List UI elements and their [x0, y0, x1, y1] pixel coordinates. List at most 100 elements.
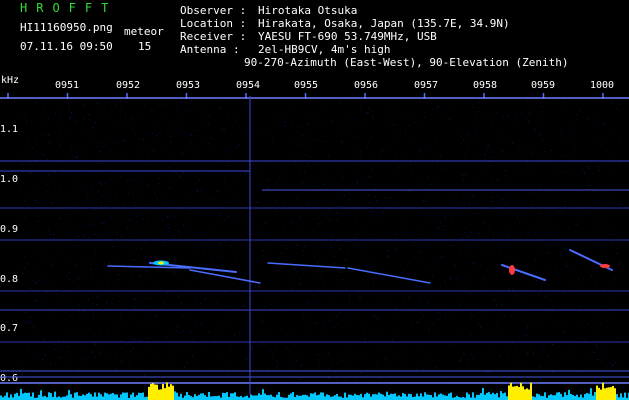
- noise-pixel: [450, 279, 452, 280]
- level-bar: [366, 392, 368, 400]
- level-bar: [254, 395, 256, 400]
- noise-pixel: [398, 106, 400, 107]
- noise-pixel: [244, 243, 246, 245]
- noise-pixel: [426, 360, 428, 362]
- noise-pixel: [164, 302, 165, 304]
- noise-pixel: [115, 269, 117, 271]
- noise-pixel: [528, 121, 530, 123]
- noise-pixel: [563, 324, 565, 326]
- noise-pixel: [49, 142, 50, 144]
- noise-pixel: [396, 135, 397, 137]
- level-bar: [94, 392, 96, 400]
- noise-pixel: [67, 346, 69, 348]
- noise-pixel: [380, 377, 382, 379]
- signal-level-bar: [0, 382, 629, 400]
- noise-pixel: [174, 215, 176, 217]
- spectrogram-plot: [0, 93, 629, 400]
- noise-pixel: [610, 242, 612, 244]
- noise-pixel: [367, 279, 369, 281]
- noise-pixel: [601, 359, 602, 361]
- noise-pixel: [213, 297, 215, 299]
- noise-pixel: [455, 184, 457, 186]
- noise-pixel: [231, 320, 232, 322]
- noise-pixel: [230, 201, 232, 203]
- noise-pixel: [387, 250, 389, 252]
- noise-pixel: [559, 243, 561, 245]
- level-bar: [82, 394, 84, 400]
- noise-pixel: [543, 348, 545, 350]
- noise-pixel: [143, 374, 145, 376]
- noise-pixel: [452, 346, 454, 348]
- level-bar: [380, 393, 382, 400]
- noise-pixel: [150, 298, 152, 300]
- noise-pixel: [203, 299, 205, 301]
- noise-pixel: [449, 104, 451, 106]
- noise-pixel: [154, 313, 156, 315]
- level-bar: [200, 393, 202, 400]
- level-bar: [298, 395, 300, 400]
- noise-pixel: [560, 322, 562, 324]
- noise-pixel: [298, 170, 300, 172]
- noise-pixel: [135, 205, 137, 206]
- noise-pixel: [464, 355, 466, 357]
- level-bar: [466, 392, 468, 400]
- level-bar: [70, 394, 72, 400]
- noise-pixel: [153, 209, 155, 211]
- level-bar: [232, 393, 234, 400]
- noise-pixel: [403, 269, 405, 271]
- level-bar: [126, 392, 128, 400]
- noise-pixel: [437, 162, 438, 164]
- noise-pixel: [300, 266, 302, 268]
- noise-pixel: [375, 335, 377, 337]
- noise-pixel: [29, 321, 31, 323]
- noise-pixel: [432, 322, 434, 324]
- noise-pixel: [337, 220, 339, 222]
- level-bar: [602, 382, 604, 400]
- noise-pixel: [467, 134, 469, 136]
- noise-pixel: [56, 289, 58, 291]
- level-bar: [612, 386, 614, 400]
- level-bar: [114, 394, 116, 400]
- noise-pixel: [521, 378, 523, 380]
- noise-pixel: [322, 201, 324, 203]
- noise-pixel: [242, 132, 243, 134]
- noise-pixel: [562, 130, 564, 132]
- noise-pixel: [348, 250, 350, 252]
- noise-pixel: [59, 144, 61, 146]
- noise-pixel: [349, 300, 351, 302]
- noise-pixel: [371, 136, 373, 138]
- noise-pixel: [528, 113, 530, 114]
- noise-pixel: [502, 299, 503, 301]
- noise-pixel: [332, 300, 334, 302]
- level-bar: [516, 385, 518, 400]
- noise-pixel: [441, 157, 443, 159]
- noise-pixel: [204, 298, 206, 299]
- noise-pixel: [133, 312, 135, 314]
- noise-pixel: [456, 128, 458, 130]
- noise-pixel: [342, 279, 344, 281]
- noise-pixel: [302, 316, 304, 318]
- noise-pixel: [505, 228, 507, 230]
- noise-pixel: [330, 320, 332, 322]
- noise-pixel: [34, 300, 36, 302]
- noise-pixel: [366, 375, 368, 377]
- noise-pixel: [432, 179, 434, 181]
- noise-pixel: [175, 330, 177, 332]
- level-bar: [520, 382, 522, 400]
- noise-pixel: [437, 312, 439, 314]
- noise-pixel: [478, 101, 480, 103]
- noise-pixel: [220, 355, 222, 357]
- noise-pixel: [112, 298, 114, 299]
- noise-pixel: [533, 354, 534, 356]
- noise-pixel: [128, 336, 130, 338]
- noise-pixel: [326, 103, 327, 105]
- level-bar: [186, 392, 188, 400]
- noise-pixel: [73, 280, 75, 282]
- level-bar: [548, 395, 550, 400]
- level-bar: [518, 387, 520, 400]
- noise-pixel: [471, 231, 472, 233]
- noise-pixel: [524, 158, 526, 159]
- noise-pixel: [516, 217, 518, 219]
- noise-pixel: [74, 120, 76, 122]
- noise-pixel: [39, 165, 41, 167]
